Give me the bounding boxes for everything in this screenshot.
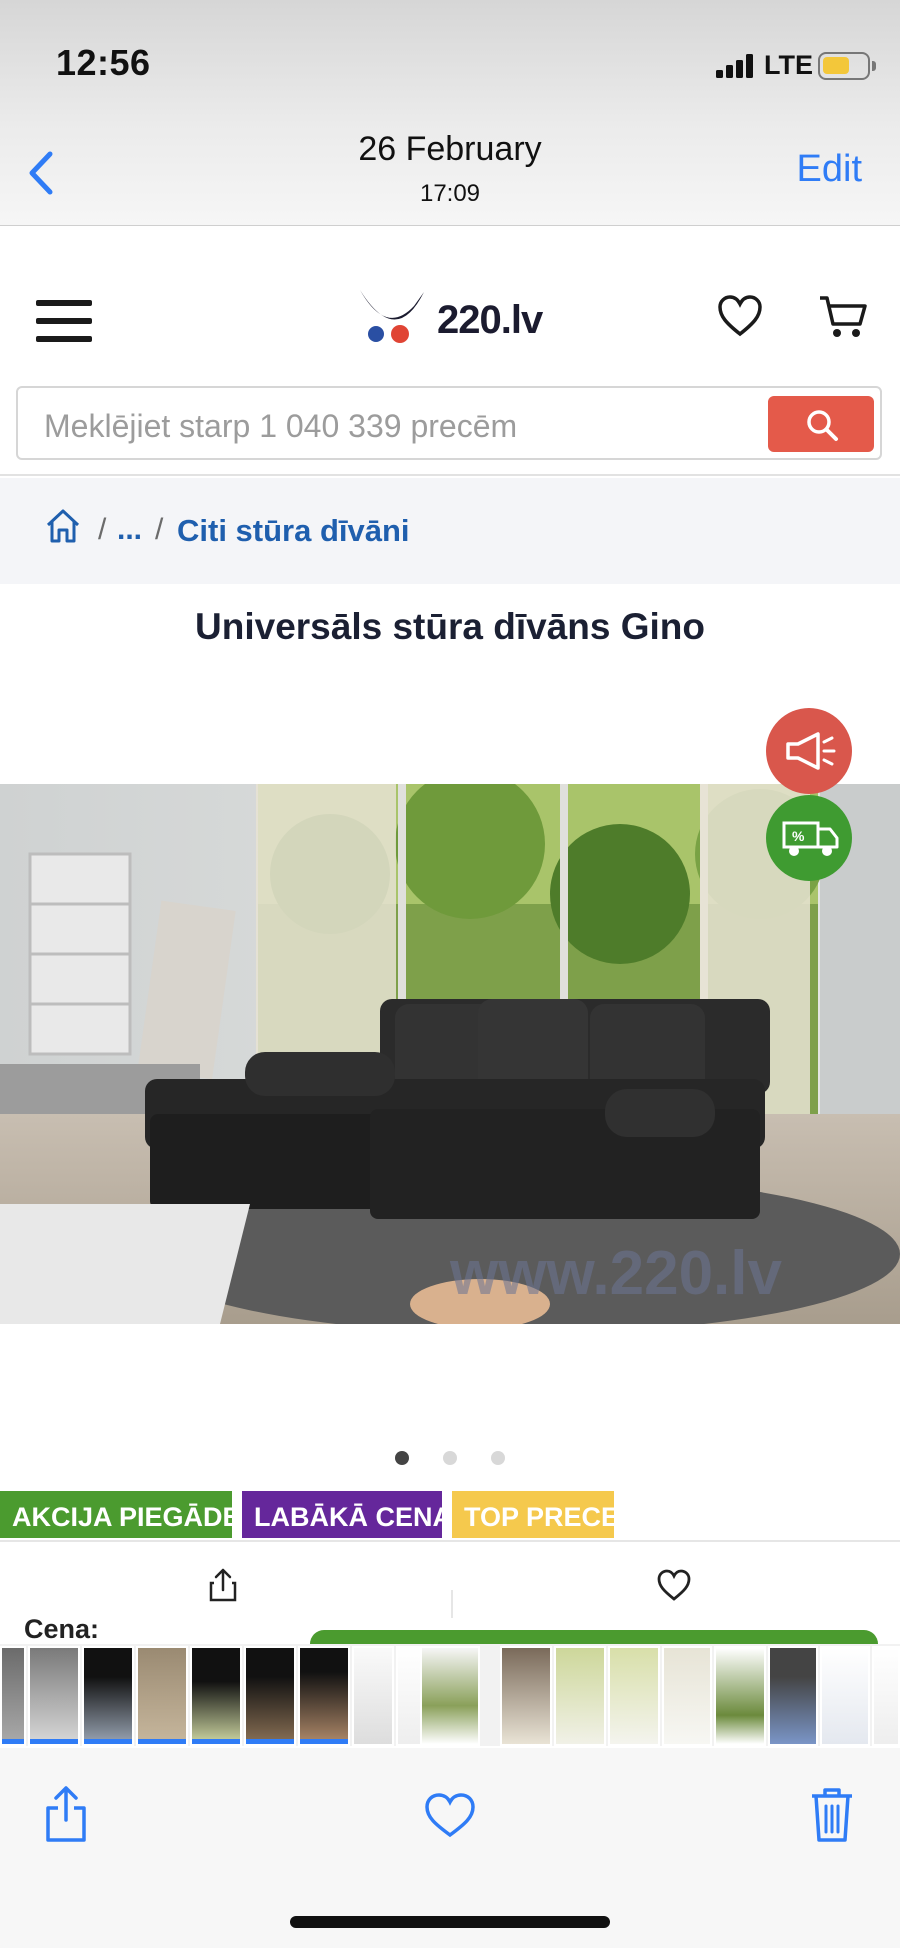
tag-best-price: LABĀKĀ CENA xyxy=(242,1491,452,1538)
thumbnail[interactable] xyxy=(820,1646,870,1746)
share-icon[interactable] xyxy=(44,1786,88,1842)
carousel-dot[interactable] xyxy=(491,1451,505,1465)
thumbnail[interactable] xyxy=(0,1646,26,1746)
price-label: Cena: xyxy=(24,1614,100,1644)
breadcrumb-current[interactable]: Citi stūra dīvāni xyxy=(177,513,410,549)
photo-time: 17:09 xyxy=(419,180,481,207)
thumbnail[interactable] xyxy=(190,1646,242,1746)
thumbnail[interactable] xyxy=(352,1646,394,1746)
thumbnail[interactable] xyxy=(28,1646,80,1746)
network-type: LTE xyxy=(764,50,813,80)
image-watermark: www.220.lv xyxy=(449,1239,782,1308)
promo-badge[interactable] xyxy=(766,708,852,794)
battery-icon xyxy=(818,52,870,80)
thumbnail[interactable] xyxy=(554,1646,606,1746)
thumbnail[interactable] xyxy=(662,1646,712,1746)
tag-delivery-promo: AKCIJA PIEGĀDEI xyxy=(0,1491,248,1538)
product-action-bar xyxy=(0,1540,900,1632)
thumbnail[interactable] xyxy=(714,1646,766,1746)
thumbnail[interactable] xyxy=(768,1646,818,1746)
thumbnail[interactable] xyxy=(136,1646,188,1746)
product-image[interactable]: www.220.lv xyxy=(0,784,900,1324)
search-icon xyxy=(807,410,838,441)
favorite-heart-icon[interactable] xyxy=(424,1792,476,1838)
thumbnail[interactable] xyxy=(298,1646,350,1746)
hamburger-menu-icon[interactable] xyxy=(36,300,92,342)
carousel-dot[interactable] xyxy=(443,1451,457,1465)
cart-icon[interactable] xyxy=(818,292,868,340)
home-indicator xyxy=(290,1916,610,1928)
wishlist-heart-icon[interactable] xyxy=(716,292,764,340)
thumbnail[interactable] xyxy=(244,1646,296,1746)
breadcrumb-ellipsis[interactable]: ... xyxy=(117,513,142,547)
add-to-wishlist-heart-icon[interactable] xyxy=(656,1568,692,1602)
thumbnail[interactable] xyxy=(82,1646,134,1746)
search-placeholder: Meklējiet starp 1 040 339 precēm xyxy=(44,408,518,444)
product-title: Universāls stūra dīvāns Gino xyxy=(195,606,705,647)
thumbnail-selected[interactable] xyxy=(420,1646,480,1746)
megaphone-icon xyxy=(786,732,836,770)
delivery-discount-badge[interactable]: % xyxy=(766,795,852,881)
thumbnail[interactable] xyxy=(608,1646,660,1746)
share-icon[interactable] xyxy=(208,1568,238,1602)
thumbnail[interactable] xyxy=(500,1646,552,1746)
truck-discount-icon: % xyxy=(782,821,839,856)
photo-date: 26 February xyxy=(358,130,542,168)
status-time: 12:56 xyxy=(56,42,151,83)
site-logo-text[interactable]: 220.lv xyxy=(437,298,543,343)
trash-icon[interactable] xyxy=(810,1786,854,1842)
tag-top-product: TOP PRECE xyxy=(452,1491,619,1538)
edit-button[interactable]: Edit xyxy=(797,148,862,191)
svg-text:%: % xyxy=(792,828,805,844)
search-input[interactable]: Meklējiet starp 1 040 339 precēm xyxy=(16,386,882,460)
breadcrumb-separator: / xyxy=(98,513,107,546)
breadcrumb-separator: / xyxy=(155,513,164,546)
cellular-signal-icon xyxy=(716,54,756,78)
search-button[interactable] xyxy=(768,396,874,452)
home-icon[interactable] xyxy=(44,507,82,545)
thumbnail[interactable] xyxy=(872,1646,900,1746)
carousel-dot-active[interactable] xyxy=(395,1451,409,1465)
